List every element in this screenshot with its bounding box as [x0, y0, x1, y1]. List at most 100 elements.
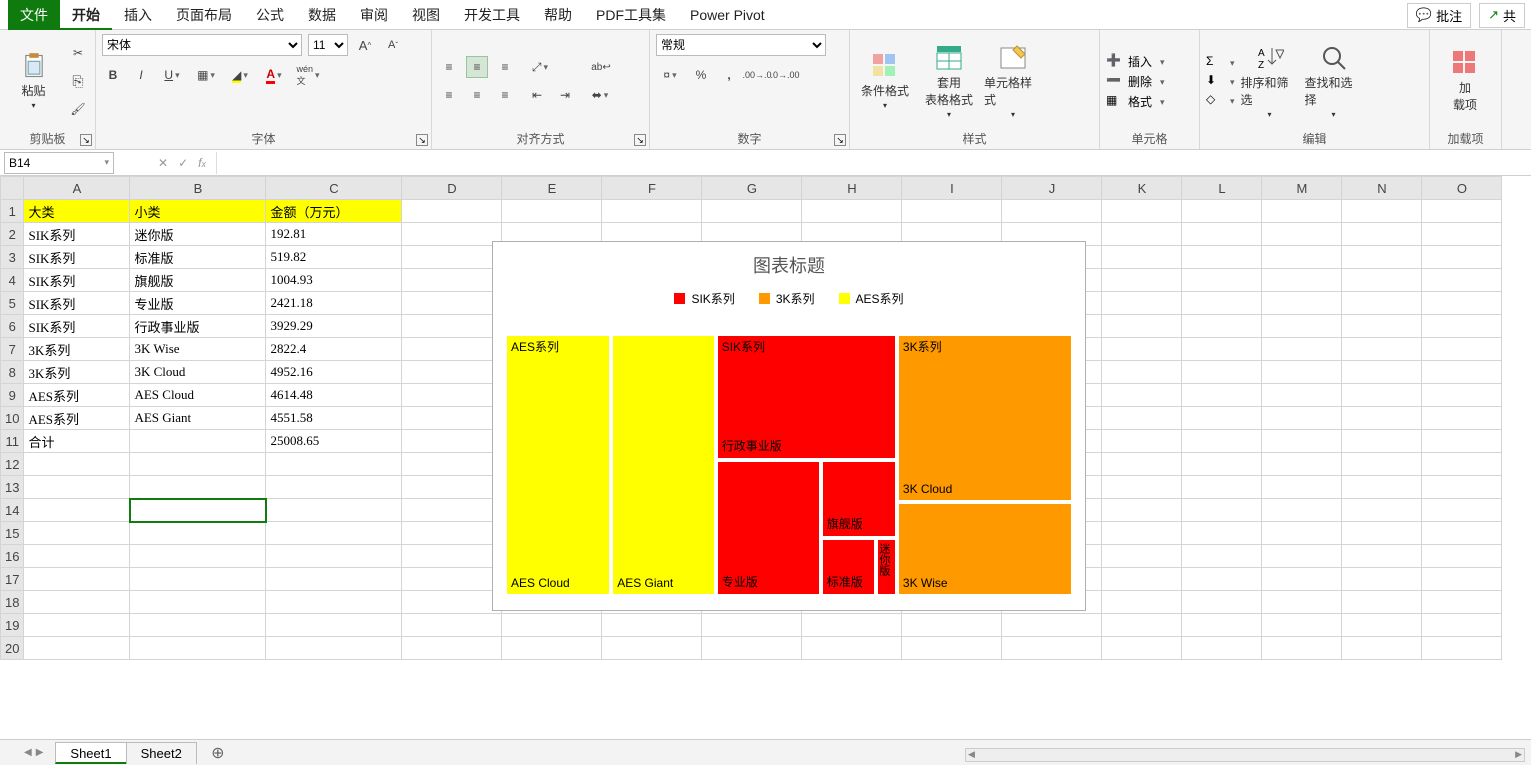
cell-D16[interactable]	[402, 545, 502, 568]
cell-M16[interactable]	[1262, 545, 1342, 568]
cell-A18[interactable]	[24, 591, 130, 614]
bold-button[interactable]: B	[102, 64, 124, 86]
cell-A4[interactable]: SIK系列	[24, 269, 130, 292]
font-name-selector[interactable]: 宋体	[102, 34, 302, 56]
align-right-button[interactable]: ≡	[494, 84, 516, 106]
cell-M20[interactable]	[1262, 637, 1342, 660]
formula-input[interactable]	[216, 152, 1531, 174]
cell-M13[interactable]	[1262, 476, 1342, 499]
increase-decimal-button[interactable]: .00→.0	[746, 64, 768, 86]
row-header-14[interactable]: 14	[1, 499, 24, 522]
row-header-3[interactable]: 3	[1, 246, 24, 269]
cell-M9[interactable]	[1262, 384, 1342, 407]
cell-J19[interactable]	[1002, 614, 1102, 637]
italic-button[interactable]: I	[130, 64, 152, 86]
cell-L20[interactable]	[1182, 637, 1262, 660]
cell-L5[interactable]	[1182, 292, 1262, 315]
row-header-5[interactable]: 5	[1, 292, 24, 315]
cell-D14[interactable]	[402, 499, 502, 522]
cell-K3[interactable]	[1102, 246, 1182, 269]
cell-D11[interactable]	[402, 430, 502, 453]
cell-K1[interactable]	[1102, 200, 1182, 223]
enter-formula-button[interactable]: ✓	[178, 156, 188, 170]
cell-C4[interactable]: 1004.93	[266, 269, 402, 292]
wrap-text-button[interactable]: ab↩	[586, 56, 616, 78]
cell-K9[interactable]	[1102, 384, 1182, 407]
fill-color-button[interactable]: ◢	[226, 64, 254, 86]
col-header-O[interactable]: O	[1422, 177, 1502, 200]
cell-B13[interactable]	[130, 476, 266, 499]
sheet-nav-next[interactable]: ▶	[36, 747, 44, 758]
cell-O5[interactable]	[1422, 292, 1502, 315]
cell-M14[interactable]	[1262, 499, 1342, 522]
cell-O7[interactable]	[1422, 338, 1502, 361]
cell-K11[interactable]	[1102, 430, 1182, 453]
col-header-I[interactable]: I	[902, 177, 1002, 200]
cell-B2[interactable]: 迷你版	[130, 223, 266, 246]
cell-L7[interactable]	[1182, 338, 1262, 361]
cell-A9[interactable]: AES系列	[24, 384, 130, 407]
cell-A3[interactable]: SIK系列	[24, 246, 130, 269]
accounting-format-button[interactable]: ¤	[656, 64, 684, 86]
row-header-15[interactable]: 15	[1, 522, 24, 545]
cell-N16[interactable]	[1342, 545, 1422, 568]
cell-E20[interactable]	[502, 637, 602, 660]
cell-L10[interactable]	[1182, 407, 1262, 430]
cell-N13[interactable]	[1342, 476, 1422, 499]
cell-A17[interactable]	[24, 568, 130, 591]
cell-C15[interactable]	[266, 522, 402, 545]
cell-N17[interactable]	[1342, 568, 1422, 591]
name-box[interactable]: B14 ▾	[4, 152, 114, 174]
col-header-N[interactable]: N	[1342, 177, 1422, 200]
cell-A14[interactable]	[24, 499, 130, 522]
align-bottom-button[interactable]: ≡	[494, 56, 516, 78]
cell-D6[interactable]	[402, 315, 502, 338]
cell-A10[interactable]: AES系列	[24, 407, 130, 430]
cell-A7[interactable]: 3K系列	[24, 338, 130, 361]
cell-N9[interactable]	[1342, 384, 1422, 407]
cell-A2[interactable]: SIK系列	[24, 223, 130, 246]
comma-button[interactable]: ,	[718, 64, 740, 86]
cell-K19[interactable]	[1102, 614, 1182, 637]
cell-M2[interactable]	[1262, 223, 1342, 246]
copy-button[interactable]: ⎘	[67, 70, 89, 92]
menu-developer[interactable]: 开发工具	[452, 0, 532, 30]
fill-button[interactable]: ⬇	[1206, 73, 1235, 89]
col-header-E[interactable]: E	[502, 177, 602, 200]
menu-view[interactable]: 视图	[400, 0, 452, 30]
cell-D10[interactable]	[402, 407, 502, 430]
align-top-button[interactable]: ≡	[438, 56, 460, 78]
merge-button[interactable]: ⬌	[586, 84, 614, 106]
font-launcher[interactable]: ↘	[416, 134, 428, 146]
cell-K8[interactable]	[1102, 361, 1182, 384]
row-header-1[interactable]: 1	[1, 200, 24, 223]
cell-O14[interactable]	[1422, 499, 1502, 522]
cell-N4[interactable]	[1342, 269, 1422, 292]
menu-page-layout[interactable]: 页面布局	[164, 0, 244, 30]
format-painter-button[interactable]: 🖌	[67, 98, 89, 120]
decrease-indent-button[interactable]: ⇤	[526, 84, 548, 106]
cell-D2[interactable]	[402, 223, 502, 246]
cell-A12[interactable]	[24, 453, 130, 476]
cell-K14[interactable]	[1102, 499, 1182, 522]
number-launcher[interactable]: ↘	[834, 134, 846, 146]
cell-B20[interactable]	[130, 637, 266, 660]
row-header-17[interactable]: 17	[1, 568, 24, 591]
row-header-11[interactable]: 11	[1, 430, 24, 453]
cell-D12[interactable]	[402, 453, 502, 476]
cell-B17[interactable]	[130, 568, 266, 591]
cell-C13[interactable]	[266, 476, 402, 499]
cell-C6[interactable]: 3929.29	[266, 315, 402, 338]
cell-O11[interactable]	[1422, 430, 1502, 453]
cell-J20[interactable]	[1002, 637, 1102, 660]
cell-B18[interactable]	[130, 591, 266, 614]
row-header-10[interactable]: 10	[1, 407, 24, 430]
cell-O13[interactable]	[1422, 476, 1502, 499]
cell-L19[interactable]	[1182, 614, 1262, 637]
cell-N12[interactable]	[1342, 453, 1422, 476]
cell-K17[interactable]	[1102, 568, 1182, 591]
cell-H19[interactable]	[802, 614, 902, 637]
cell-K13[interactable]	[1102, 476, 1182, 499]
cell-O4[interactable]	[1422, 269, 1502, 292]
cell-A6[interactable]: SIK系列	[24, 315, 130, 338]
